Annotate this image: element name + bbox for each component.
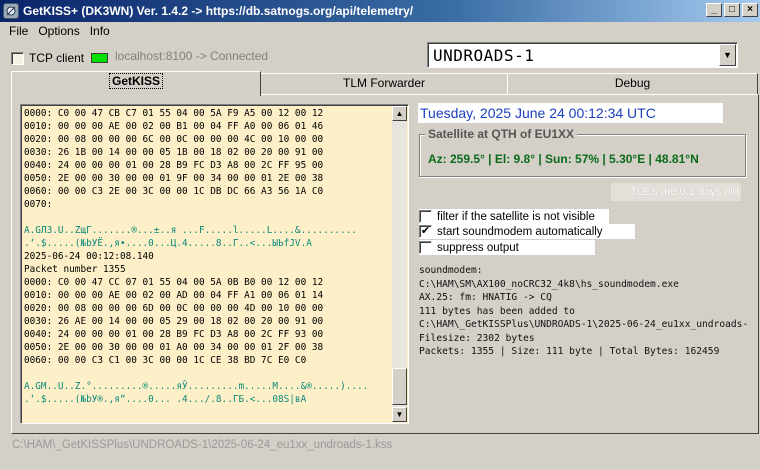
log-line: soundmodem: [419, 265, 483, 276]
tab-tlm-forwarder[interactable]: TLM Forwarder [260, 73, 508, 94]
hex-line: 0050: 2E 00 00 30 00 00 01 A0 00 34 00 0… [24, 342, 324, 353]
menu-options[interactable]: Options [33, 24, 84, 38]
close-button[interactable]: × [742, 3, 758, 17]
satellite-select-value: UNDROADS-1 [433, 46, 535, 65]
maximize-button[interactable]: □ [724, 3, 740, 17]
menu-info[interactable]: Info [85, 24, 115, 38]
tle-age-info: TLE's are 0.1 days old [611, 183, 741, 201]
tcp-client-label: TCP client [29, 51, 85, 65]
log-line: C:\HAM\_GetKISSPlus\UNDROADS-1\2025-06-2… [419, 319, 749, 330]
hex-line [24, 367, 394, 380]
log-line: 111 bytes has been added to [419, 305, 575, 317]
hex-dump-content: 0000: C0 00 47 CB C7 01 55 04 00 5A F9 A… [24, 107, 394, 406]
hex-line: A.GM..U..Z.°.........®.....яЎ.........m.… [24, 381, 369, 392]
filter-visible-checkbox[interactable] [419, 210, 432, 223]
satellite-group-title: Satellite at QTH of EU1XX [425, 127, 578, 141]
start-soundmodem-label: start soundmodem automatically [437, 225, 603, 238]
hex-line: 0030: 26 1B 00 14 00 00 05 1B 00 18 02 0… [24, 147, 324, 158]
menu-file[interactable]: File [4, 24, 33, 38]
menu-bar: File Options Info [0, 22, 760, 40]
log-line: Packets: 1355 | Size: 111 byte | Total B… [419, 346, 720, 357]
start-soundmodem-option[interactable]: ✔ start soundmodem automatically [419, 224, 635, 239]
hex-line: 0050: 2E 00 00 30 00 00 01 9F 00 34 00 0… [24, 173, 324, 184]
app-icon [3, 3, 19, 19]
hex-line: Packet number 1355 [24, 264, 126, 275]
hex-line: 0060: 00 00 C3 C1 00 3C 00 00 1C CE 38 B… [24, 355, 307, 366]
hex-line: 0020: 00 08 00 00 00 6D 00 0C 00 00 00 4… [24, 303, 324, 314]
tab-getkiss[interactable]: GetKISS [11, 71, 261, 96]
connection-led-indicator [91, 53, 108, 63]
datetime-display: Tuesday, 2025 June 24 00:12:34 UTC [418, 103, 723, 123]
satellite-position: Az: 259.5° | El: 9.8° | Sun: 57% | 5.30°… [428, 152, 699, 166]
scroll-up-icon[interactable]: ▲ [392, 106, 407, 121]
hex-line: 0020: 00 08 00 00 00 6C 00 0C 00 00 00 4… [24, 134, 324, 145]
tcp-client-toggle[interactable]: TCP client [11, 51, 84, 65]
scrollbar-thumb[interactable] [392, 368, 407, 405]
suppress-output-checkbox[interactable] [419, 241, 432, 254]
start-soundmodem-checkbox[interactable]: ✔ [419, 225, 432, 238]
suppress-output-label: suppress output [437, 241, 519, 254]
satellite-select[interactable]: UNDROADS-1 ▼ [427, 42, 738, 68]
status-bar-path: C:\HAM\_GetKISSPlus\UNDROADS-1\2025-06-2… [12, 439, 393, 451]
log-line: AX.25: fm: HNATIG -> CQ [419, 292, 552, 303]
hex-line: 0010: 00 00 00 AE 00 02 00 AD 00 04 FF A… [24, 290, 324, 301]
hex-line: .‘.$.....(№bУ®.,я“....0... .4.../.8..ГБ.… [24, 394, 307, 405]
hex-line: 0010: 00 00 00 AE 00 02 00 B1 00 04 FF A… [24, 121, 324, 132]
hex-line: A.GЛЗ.U..ZщГ.......®...±..я ...F.....l..… [24, 225, 358, 236]
suppress-output-option[interactable]: suppress output [419, 240, 595, 255]
title-bar: GetKISS+ (DK3WN) Ver. 1.4.2 -> https://d… [0, 0, 760, 22]
window-title: GetKISS+ (DK3WN) Ver. 1.4.2 -> https://d… [23, 4, 414, 18]
hex-line: 0000: C0 00 47 CB C7 01 55 04 00 5A F9 A… [24, 108, 324, 119]
log-line: Filesize: 2302 bytes [419, 332, 535, 344]
hex-dump-textarea[interactable]: 0000: C0 00 47 CB C7 01 55 04 00 5A F9 A… [20, 104, 409, 424]
filter-visible-option[interactable]: filter if the satellite is not visible [419, 209, 609, 224]
log-line: C:\HAM\SM\AX100_noCRC32_4k8\hs_soundmode… [419, 278, 679, 290]
hex-line [24, 211, 394, 224]
hex-line: 0030: 26 AE 00 14 00 00 05 29 00 18 02 0… [24, 316, 324, 327]
tcp-client-checkbox[interactable] [11, 51, 24, 65]
connection-status: localhost:8100 -> Connected [115, 49, 269, 63]
hex-line: 2025-06-24 00:12:08.140 [24, 251, 154, 262]
hex-line: 0000: C0 00 47 CC 07 01 55 04 00 5A 0B B… [24, 277, 324, 288]
filter-visible-label: filter if the satellite is not visible [437, 210, 595, 223]
hex-line: 0070: [24, 199, 53, 210]
vertical-scrollbar[interactable]: ▲ ▼ [392, 106, 407, 422]
minimize-button[interactable]: _ [706, 3, 722, 17]
chevron-down-icon[interactable]: ▼ [719, 44, 736, 66]
tab-debug[interactable]: Debug [507, 73, 758, 94]
hex-line: .‘.$.....(№bУЁ.,я•....0...Ц.4.....8..Г..… [24, 238, 312, 249]
hex-line: 0040: 24 00 00 00 01 00 28 B9 FC D3 A8 0… [24, 160, 324, 171]
hex-line: 0060: 00 00 C3 2E 00 3C 00 00 1C DB DC 6… [24, 186, 324, 197]
hex-line: 0040: 24 00 00 00 01 00 28 B9 FC D3 A8 0… [24, 329, 324, 340]
scroll-down-icon[interactable]: ▼ [392, 407, 407, 422]
log-output: soundmodem: C:\HAM\SM\AX100_noCRC32_4k8\… [419, 264, 749, 359]
